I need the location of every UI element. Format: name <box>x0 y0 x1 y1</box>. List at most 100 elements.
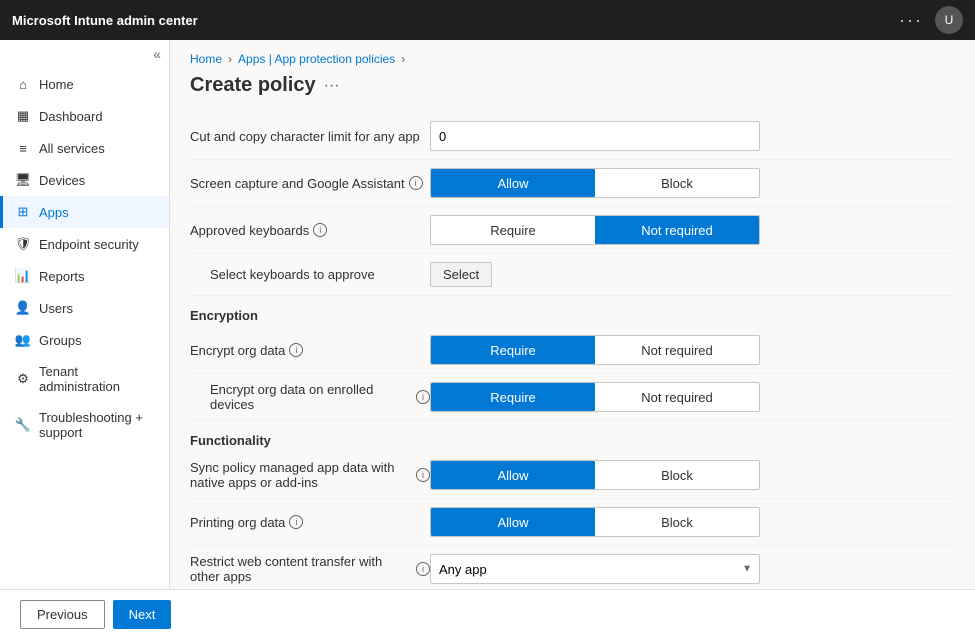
breadcrumb-sep1: › <box>228 52 232 66</box>
approved-keyboards-toggle: Require Not required <box>430 215 760 245</box>
avatar[interactable]: U <box>935 6 963 34</box>
sidebar-item-endpoint-security[interactable]: 🛡 Endpoint security <box>0 228 169 260</box>
screen-capture-allow-button[interactable]: Allow <box>431 169 595 197</box>
breadcrumb-home[interactable]: Home <box>190 52 222 66</box>
select-keyboards-control: Select <box>430 262 955 287</box>
restrict-web-info-icon[interactable]: i <box>416 562 430 576</box>
sidebar-item-devices-label: Devices <box>39 173 85 188</box>
cut-copy-control <box>430 121 955 151</box>
sidebar-item-reports[interactable]: 📊 Reports <box>0 260 169 292</box>
home-icon: ⌂ <box>15 76 31 92</box>
sidebar-item-dashboard-label: Dashboard <box>39 109 103 124</box>
encrypt-enrolled-row: Encrypt org data on enrolled devices i R… <box>190 374 955 421</box>
encrypt-org-control: Require Not required <box>430 335 955 365</box>
sidebar-item-all-services[interactable]: ≡ All services <box>0 132 169 164</box>
page-header: Create policy ··· <box>170 70 975 113</box>
content-area: Home › Apps | App protection policies › … <box>170 40 975 589</box>
topbar-icons: ··· U <box>899 6 963 34</box>
sync-policy-allow-button[interactable]: Allow <box>431 461 595 489</box>
apps-icon: ⊞ <box>15 204 31 220</box>
sync-policy-block-button[interactable]: Block <box>595 461 759 489</box>
restrict-web-select[interactable]: Any app Policy managed browsers Intune M… <box>430 554 760 584</box>
sidebar-item-groups-label: Groups <box>39 333 82 348</box>
restrict-web-label: Restrict web content transfer with other… <box>190 554 430 584</box>
encrypt-enrolled-control: Require Not required <box>430 382 955 412</box>
printing-allow-button[interactable]: Allow <box>431 508 595 536</box>
sidebar-item-tenant-admin-label: Tenant administration <box>39 364 157 394</box>
sidebar-collapse: « <box>0 40 169 68</box>
sidebar-item-users[interactable]: 👤 Users <box>0 292 169 324</box>
approved-keyboards-not-required-button[interactable]: Not required <box>595 216 759 244</box>
form-section: Cut and copy character limit for any app… <box>170 113 975 589</box>
tenant-admin-icon: ⚙ <box>15 371 31 387</box>
breadcrumb-apps[interactable]: Apps | App protection policies <box>238 52 395 66</box>
sidebar-item-groups[interactable]: 👥 Groups <box>0 324 169 356</box>
sidebar-item-apps[interactable]: ⊞ Apps <box>0 196 169 228</box>
sync-policy-row: Sync policy managed app data with native… <box>190 452 955 499</box>
restrict-web-control: Any app Policy managed browsers Intune M… <box>430 554 955 584</box>
printing-row: Printing org data i Allow Block <box>190 499 955 546</box>
topbar-more-icon[interactable]: ··· <box>899 10 923 31</box>
approved-keyboards-label: Approved keyboards i <box>190 223 430 238</box>
main-layout: « ⌂ Home ▦ Dashboard ≡ All services 🖥 De… <box>0 40 975 589</box>
encrypt-org-toggle: Require Not required <box>430 335 760 365</box>
next-button[interactable]: Next <box>113 600 172 629</box>
printing-toggle: Allow Block <box>430 507 760 537</box>
encrypt-org-row: Encrypt org data i Require Not required <box>190 327 955 374</box>
page-menu-button[interactable]: ··· <box>324 77 340 95</box>
sync-policy-control: Allow Block <box>430 460 955 490</box>
encrypt-enrolled-info-icon[interactable]: i <box>416 390 430 404</box>
select-keyboards-button[interactable]: Select <box>430 262 492 287</box>
encrypt-enrolled-toggle: Require Not required <box>430 382 760 412</box>
sidebar-item-dashboard[interactable]: ▦ Dashboard <box>0 100 169 132</box>
sidebar-item-endpoint-security-label: Endpoint security <box>39 237 139 252</box>
reports-icon: 📊 <box>15 268 31 284</box>
encryption-section-header: Encryption <box>190 296 955 327</box>
screen-capture-block-button[interactable]: Block <box>595 169 759 197</box>
groups-icon: 👥 <box>15 332 31 348</box>
cut-copy-input[interactable] <box>430 121 760 151</box>
sidebar-item-reports-label: Reports <box>39 269 85 284</box>
printing-info-icon[interactable]: i <box>289 515 303 529</box>
printing-label: Printing org data i <box>190 515 430 530</box>
approved-keyboards-info-icon[interactable]: i <box>313 223 327 237</box>
screen-capture-info-icon[interactable]: i <box>409 176 423 190</box>
screen-capture-label: Screen capture and Google Assistant i <box>190 176 430 191</box>
footer: Previous Next <box>0 589 975 639</box>
encrypt-org-label: Encrypt org data i <box>190 343 430 358</box>
encrypt-org-info-icon[interactable]: i <box>289 343 303 357</box>
encrypt-org-require-button[interactable]: Require <box>431 336 595 364</box>
breadcrumb: Home › Apps | App protection policies › <box>170 40 975 70</box>
sidebar-collapse-button[interactable]: « <box>153 46 161 62</box>
sidebar-item-apps-label: Apps <box>39 205 69 220</box>
encrypt-org-not-required-button[interactable]: Not required <box>595 336 759 364</box>
sidebar-item-troubleshooting-label: Troubleshooting + support <box>39 410 157 440</box>
approved-keyboards-row: Approved keyboards i Require Not require… <box>190 207 955 254</box>
screen-capture-control: Allow Block <box>430 168 955 198</box>
functionality-section-header: Functionality <box>190 421 955 452</box>
sidebar-item-all-services-label: All services <box>39 141 105 156</box>
approved-keyboards-control: Require Not required <box>430 215 955 245</box>
restrict-web-row: Restrict web content transfer with other… <box>190 546 955 589</box>
topbar: Microsoft Intune admin center ··· U <box>0 0 975 40</box>
encrypt-enrolled-label: Encrypt org data on enrolled devices i <box>190 382 430 412</box>
cut-copy-label: Cut and copy character limit for any app <box>190 129 430 144</box>
approved-keyboards-require-button[interactable]: Require <box>431 216 595 244</box>
encrypt-enrolled-not-required-button[interactable]: Not required <box>595 383 759 411</box>
sync-policy-toggle: Allow Block <box>430 460 760 490</box>
dashboard-icon: ▦ <box>15 108 31 124</box>
sync-policy-info-icon[interactable]: i <box>416 468 430 482</box>
endpoint-security-icon: 🛡 <box>15 236 31 252</box>
cut-copy-row: Cut and copy character limit for any app <box>190 113 955 160</box>
sidebar-item-devices[interactable]: 🖥 Devices <box>0 164 169 196</box>
previous-button[interactable]: Previous <box>20 600 105 629</box>
app-title: Microsoft Intune admin center <box>12 13 899 28</box>
printing-control: Allow Block <box>430 507 955 537</box>
sidebar-item-home[interactable]: ⌂ Home <box>0 68 169 100</box>
printing-block-button[interactable]: Block <box>595 508 759 536</box>
encrypt-enrolled-require-button[interactable]: Require <box>431 383 595 411</box>
sidebar-item-tenant-admin[interactable]: ⚙ Tenant administration <box>0 356 169 402</box>
sidebar-item-troubleshooting[interactable]: 🔧 Troubleshooting + support <box>0 402 169 448</box>
restrict-web-dropdown-wrapper: Any app Policy managed browsers Intune M… <box>430 554 760 584</box>
sidebar: « ⌂ Home ▦ Dashboard ≡ All services 🖥 De… <box>0 40 170 589</box>
